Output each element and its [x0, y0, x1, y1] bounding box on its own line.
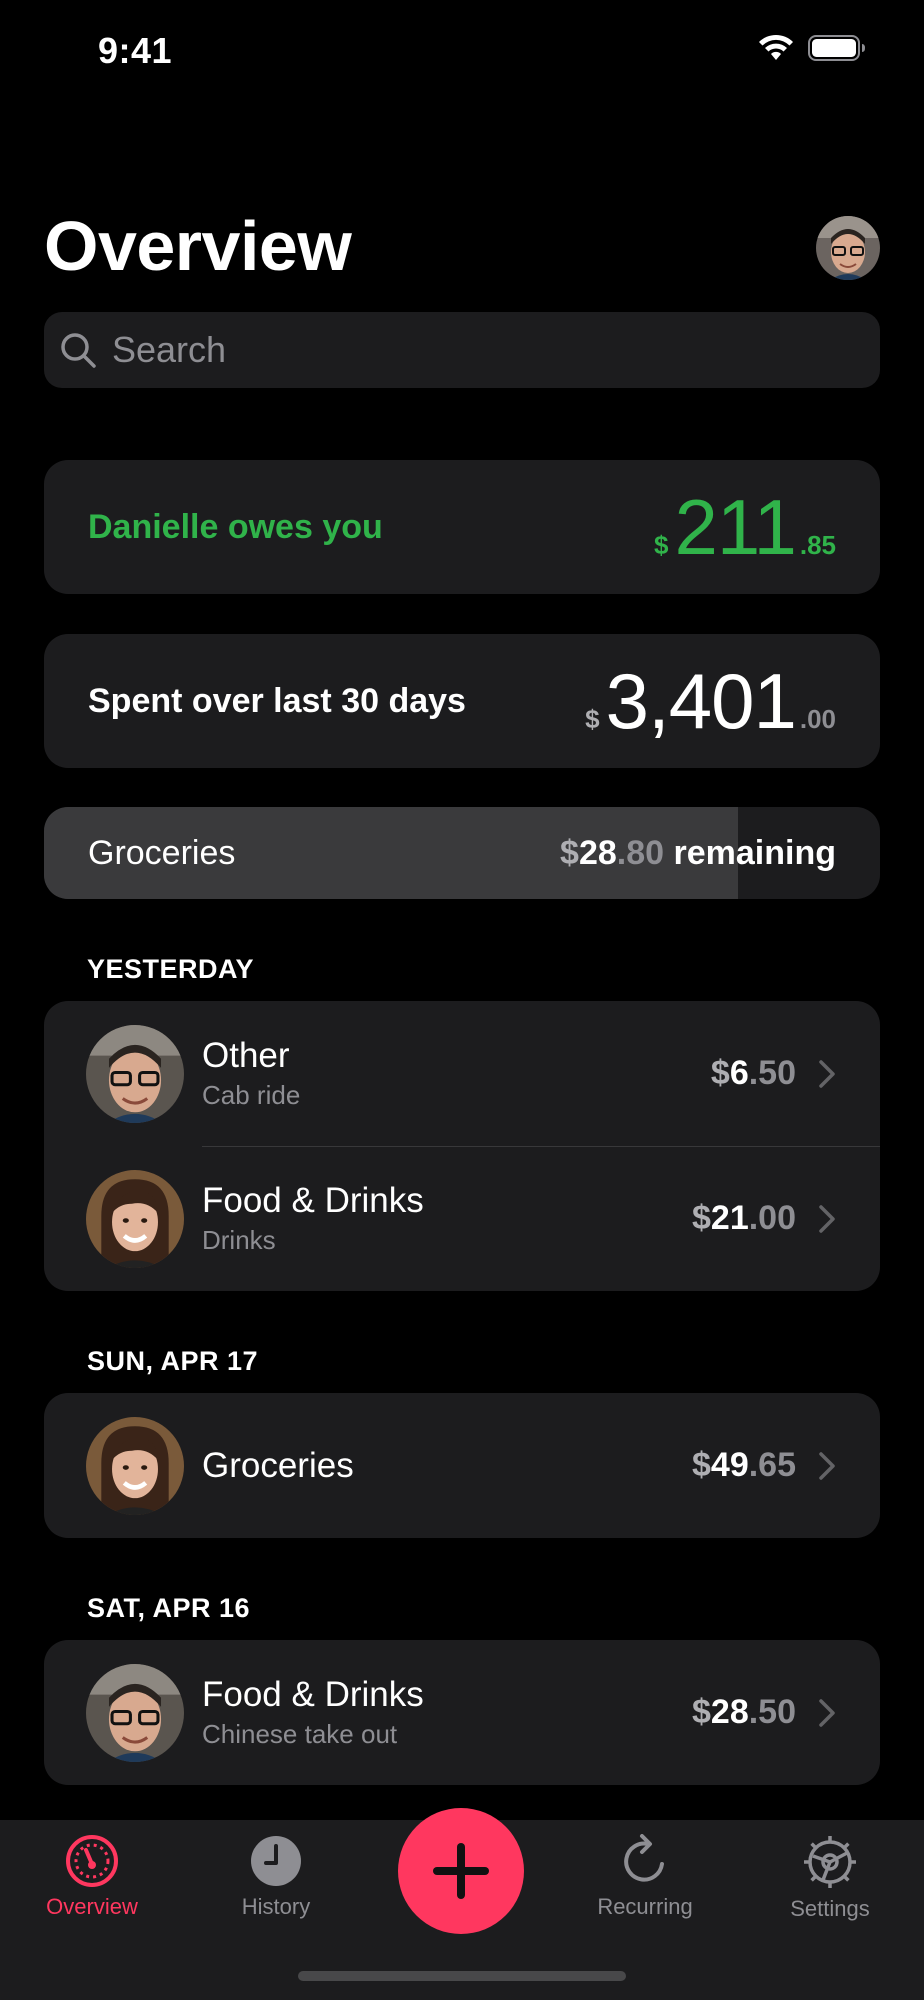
search-bar[interactable]: Search: [44, 312, 880, 388]
spent-amount: $ 3,401 .00: [585, 656, 836, 747]
avatar: [86, 1024, 184, 1123]
owes-amount-dec: .85: [799, 529, 836, 560]
clock-icon: [251, 1836, 301, 1886]
profile-avatar[interactable]: [816, 216, 880, 280]
transaction-amount: $28.50: [692, 1693, 796, 1732]
budget-remaining: $28.80 remaining: [560, 834, 836, 873]
transaction-amount: $49.65: [692, 1446, 796, 1485]
search-input[interactable]: Search: [112, 329, 226, 371]
owes-currency: $: [654, 529, 669, 560]
transaction-title: Groceries: [202, 1445, 354, 1485]
avatar: [86, 1663, 184, 1762]
budget-remaining-suffix: remaining: [664, 833, 837, 872]
chevron-right-icon: [819, 1059, 835, 1088]
spent-currency: $: [585, 703, 600, 734]
amount-int: 21: [710, 1199, 749, 1237]
transaction-title: Food & Drinks: [202, 1675, 424, 1714]
amount-dec: .50: [748, 1693, 796, 1731]
budget-label: Groceries: [88, 833, 236, 872]
spent-card[interactable]: Spent over last 30 days $ 3,401 .00: [44, 634, 880, 768]
transaction-row[interactable]: Other Cab ride $6.50: [44, 1001, 880, 1146]
transaction-amount: $21.00: [692, 1199, 796, 1238]
status-time: 9:41: [98, 30, 173, 71]
tab-history[interactable]: History: [206, 1834, 346, 1920]
budget-card[interactable]: Groceries $28.80 remaining: [44, 807, 880, 899]
battery-icon: [808, 35, 865, 61]
section-header-yesterday: YESTERDAY: [87, 954, 255, 984]
transaction-amount: $6.50: [711, 1054, 796, 1093]
owes-amount: $ 211 .85: [654, 482, 836, 573]
owes-amount-int: 211: [674, 482, 796, 571]
section-header-sun-apr-17: SUN, APR 17: [87, 1346, 259, 1376]
status-bar: 9:41: [0, 0, 924, 104]
amount-int: 28: [710, 1693, 749, 1731]
transaction-group: Food & Drinks Chinese take out $28.50: [44, 1640, 880, 1785]
tab-label: History: [241, 1894, 311, 1919]
amount-int: 6: [729, 1054, 749, 1092]
spent-amount-int: 3,401: [605, 656, 797, 745]
add-transaction-button[interactable]: [398, 1808, 524, 1934]
status-icons: [758, 34, 866, 62]
avatar: [86, 1416, 184, 1515]
wifi-icon: [759, 34, 793, 60]
page-title: Overview: [44, 207, 352, 285]
tab-label: Overview: [46, 1894, 138, 1919]
gauge-icon: [66, 1835, 118, 1887]
transaction-group: Groceries $49.65: [44, 1393, 880, 1538]
avatar: [86, 1169, 184, 1268]
chevron-right-icon: [819, 1698, 835, 1727]
amount-dec: .00: [748, 1199, 796, 1237]
transaction-subtitle: Chinese take out: [202, 1719, 398, 1749]
search-icon: [61, 333, 96, 368]
tab-settings[interactable]: Settings: [760, 1834, 900, 1922]
amount-int: 49: [710, 1446, 749, 1484]
transaction-row[interactable]: Food & Drinks Drinks $21.00: [44, 1146, 880, 1291]
spent-amount-dec: .00: [799, 703, 836, 734]
section-header-sat-apr-16: SAT, APR 16: [87, 1593, 251, 1623]
tab-overview[interactable]: Overview: [22, 1834, 162, 1920]
amount-dec: .65: [748, 1446, 796, 1484]
amount-currency: $: [691, 1693, 711, 1731]
amount-currency: $: [691, 1199, 711, 1237]
chevron-right-icon: [819, 1451, 835, 1480]
amount-currency: $: [710, 1054, 730, 1092]
transaction-subtitle: Cab ride: [202, 1080, 301, 1110]
budget-currency: $: [560, 833, 579, 872]
transaction-subtitle: Drinks: [202, 1225, 276, 1255]
budget-remaining-dec: .80: [616, 833, 665, 872]
transaction-row[interactable]: Food & Drinks Chinese take out $28.50: [44, 1640, 880, 1785]
gear-icon: [804, 1836, 856, 1888]
spent-label: Spent over last 30 days: [88, 681, 466, 720]
transaction-group: Other Cab ride $6.50 Food & Drinks Drink…: [44, 1001, 880, 1291]
budget-remaining-int: 28: [578, 833, 617, 872]
transaction-row[interactable]: Groceries $49.65: [44, 1393, 880, 1538]
plus-icon: [433, 1843, 489, 1899]
repeat-icon: [624, 1834, 664, 1882]
owes-card[interactable]: Danielle owes you $ 211 .85: [44, 460, 880, 594]
amount-currency: $: [691, 1446, 711, 1484]
transaction-title: Food & Drinks: [202, 1181, 424, 1220]
chevron-right-icon: [819, 1204, 835, 1233]
owes-label: Danielle owes you: [88, 507, 383, 546]
home-indicator: [298, 1971, 626, 1981]
tab-label: Recurring: [597, 1894, 693, 1919]
tab-label: Settings: [790, 1896, 870, 1921]
transaction-title: Other: [202, 1036, 290, 1075]
amount-dec: .50: [748, 1054, 796, 1092]
tab-recurring[interactable]: Recurring: [575, 1834, 715, 1920]
